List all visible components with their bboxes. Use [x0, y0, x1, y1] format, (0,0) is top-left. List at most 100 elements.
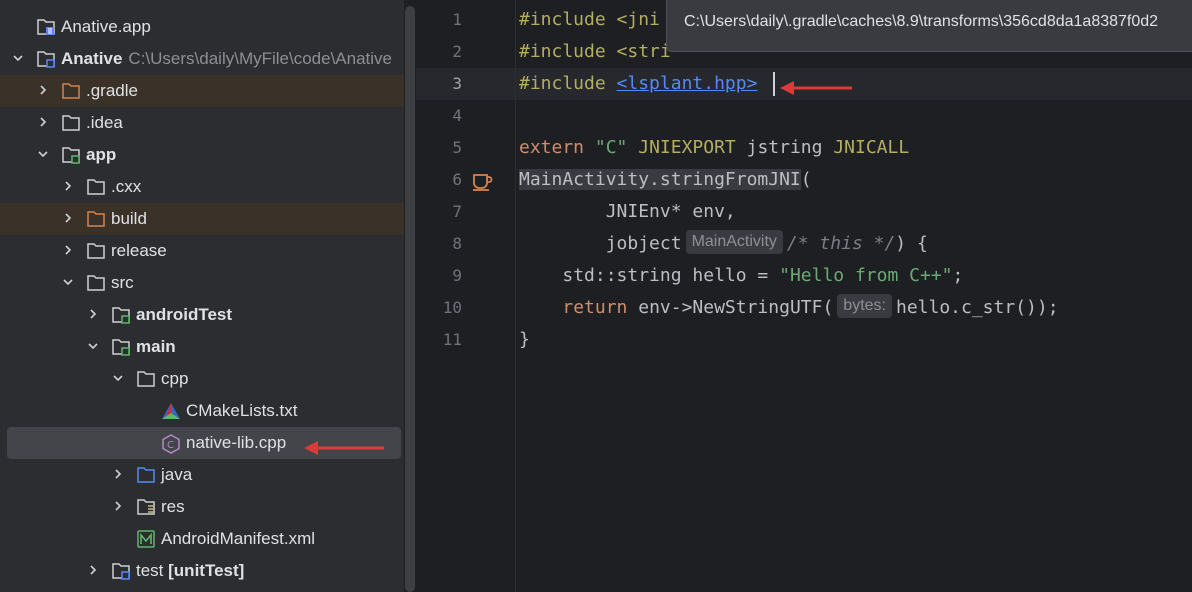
chevron-right-icon[interactable] — [61, 211, 75, 225]
tree-item-app[interactable]: app — [0, 139, 404, 171]
module-folder-icon — [111, 306, 131, 324]
project-path: C:\Users\daily\MyFile\code\Anative — [128, 49, 393, 68]
cmake-icon — [161, 402, 181, 420]
chevron-right-icon[interactable] — [61, 243, 75, 257]
tree-item-label: res — [161, 497, 185, 516]
code-line-11[interactable]: } — [519, 324, 530, 356]
tree-item-label: .cxx — [111, 177, 142, 196]
tree-item-cpp[interactable]: cpp — [0, 363, 404, 395]
line-number: 10 — [442, 298, 462, 317]
tree-item-label: build — [111, 209, 147, 228]
tree-item-label: cpp — [161, 369, 189, 388]
tree-item-androidtest[interactable]: androidTest — [0, 299, 404, 331]
manifest-icon — [136, 530, 156, 548]
module-folder-icon — [61, 146, 81, 164]
chevron-right-icon[interactable] — [86, 307, 100, 321]
tree-item-java[interactable]: java — [0, 459, 404, 491]
tree-item-cmakelists[interactable]: CMakeLists.txt — [0, 395, 404, 427]
module-file-icon — [36, 18, 56, 36]
tree-item-main[interactable]: main — [0, 331, 404, 363]
folder-icon — [86, 178, 106, 196]
code-line-5[interactable]: extern "C" JNIEXPORT jstring JNICALL — [519, 132, 909, 164]
line-number: 4 — [452, 106, 462, 125]
text-caret — [773, 72, 775, 96]
tree-item-label: release — [111, 241, 167, 260]
tree-item-label: androidTest — [136, 305, 233, 324]
tree-item-label: .idea — [86, 113, 123, 132]
parameter-name-hint: bytes: — [837, 294, 892, 318]
tree-item-label: src — [111, 273, 134, 292]
chevron-down-icon[interactable] — [36, 147, 50, 161]
tree-item-test[interactable]: test [unitTest] — [0, 555, 404, 587]
chevron-right-icon[interactable] — [36, 83, 50, 97]
include-link[interactable]: <lsplant.hpp> — [617, 73, 758, 94]
line-number: 9 — [452, 266, 462, 285]
chevron-right-icon[interactable] — [36, 115, 50, 129]
tree-item-res[interactable]: res — [0, 491, 404, 523]
cpp-file-icon: C — [161, 434, 181, 454]
tree-item-cxx[interactable]: .cxx — [0, 171, 404, 203]
chevron-right-icon[interactable] — [61, 179, 75, 193]
tree-item-label: Anative.app — [61, 17, 151, 36]
line-number: 11 — [442, 330, 462, 349]
folder-icon — [86, 274, 106, 292]
project-tree-scrollbar[interactable] — [405, 6, 415, 592]
test-folder-icon — [111, 562, 131, 580]
tree-item-anative-root[interactable]: Anative C:\Users\daily\MyFile\code\Anativ… — [0, 43, 404, 75]
line-number: 5 — [452, 138, 462, 157]
chevron-right-icon[interactable] — [111, 467, 125, 481]
folder-icon — [86, 242, 106, 260]
line-number: 2 — [452, 42, 462, 61]
tree-item-label: Anative C:\Users\daily\MyFile\code\Anativ… — [61, 49, 393, 68]
line-number: 8 — [452, 234, 462, 253]
code-line-7[interactable]: JNIEnv* env, — [519, 196, 736, 228]
tree-item-label: native-lib.cpp — [186, 433, 287, 452]
source-folder-icon — [136, 466, 156, 484]
module-folder-icon — [36, 50, 56, 68]
tree-item-label: app — [86, 145, 117, 164]
code-line-1[interactable]: #include <jni — [519, 4, 660, 36]
code-line-8[interactable]: jobject MainActivity/* this */) { — [519, 228, 928, 260]
method-name[interactable]: MainActivity.stringFromJNI — [519, 169, 801, 190]
tree-item-gradle[interactable]: .gradle — [0, 75, 404, 107]
tree-item-label: AndroidManifest.xml — [161, 529, 316, 548]
gutter-separator — [515, 0, 516, 592]
jni-implementation-gutter-icon[interactable] — [471, 168, 495, 192]
tree-item-release[interactable]: release — [0, 235, 404, 267]
tree-item-label: main — [136, 337, 176, 356]
line-number: 6 — [452, 170, 462, 189]
module-folder-icon — [111, 338, 131, 356]
line-number: 1 — [452, 10, 462, 29]
tree-item-label: test [unitTest] — [136, 561, 245, 580]
excluded-folder-icon — [61, 82, 81, 100]
chevron-down-icon[interactable] — [111, 371, 125, 385]
tree-item-label: java — [161, 465, 193, 484]
folder-icon — [136, 370, 156, 388]
tree-item-android-manifest[interactable]: AndroidManifest.xml — [0, 523, 404, 555]
excluded-folder-icon — [86, 210, 106, 228]
tree-item-anative-app[interactable]: Anative.app — [0, 11, 404, 43]
annotation-arrow — [304, 441, 384, 455]
chevron-down-icon[interactable] — [86, 339, 100, 353]
resource-folder-icon — [136, 498, 156, 516]
svg-text:C: C — [167, 440, 174, 451]
tree-item-src[interactable]: src — [0, 267, 404, 299]
parameter-type-hint: MainActivity — [685, 230, 783, 254]
project-tree: Anative.app Anative C:\Users\daily\MyFile… — [0, 0, 404, 592]
code-line-9[interactable]: std::string hello = "Hello from C++"; — [519, 260, 963, 292]
code-line-10[interactable]: return env->NewStringUTF(bytes: hello.c_s… — [519, 292, 1059, 324]
code-line-6[interactable]: MainActivity.stringFromJNI( — [519, 164, 812, 196]
code-line-2[interactable]: #include <stri — [519, 36, 671, 68]
chevron-right-icon[interactable] — [111, 499, 125, 513]
annotation-arrow — [780, 81, 852, 95]
line-number: 3 — [452, 74, 462, 93]
chevron-down-icon[interactable] — [61, 275, 75, 289]
chevron-down-icon[interactable] — [11, 51, 25, 65]
tree-item-idea[interactable]: .idea — [0, 107, 404, 139]
folder-icon — [61, 114, 81, 132]
chevron-right-icon[interactable] — [86, 563, 100, 577]
tree-item-build[interactable]: build — [0, 203, 404, 235]
line-number: 7 — [452, 202, 462, 221]
code-line-3[interactable]: #include <lsplant.hpp> — [519, 68, 757, 100]
include-path-tooltip: C:\Users\daily\.gradle\caches\8.9\transf… — [666, 0, 1192, 52]
